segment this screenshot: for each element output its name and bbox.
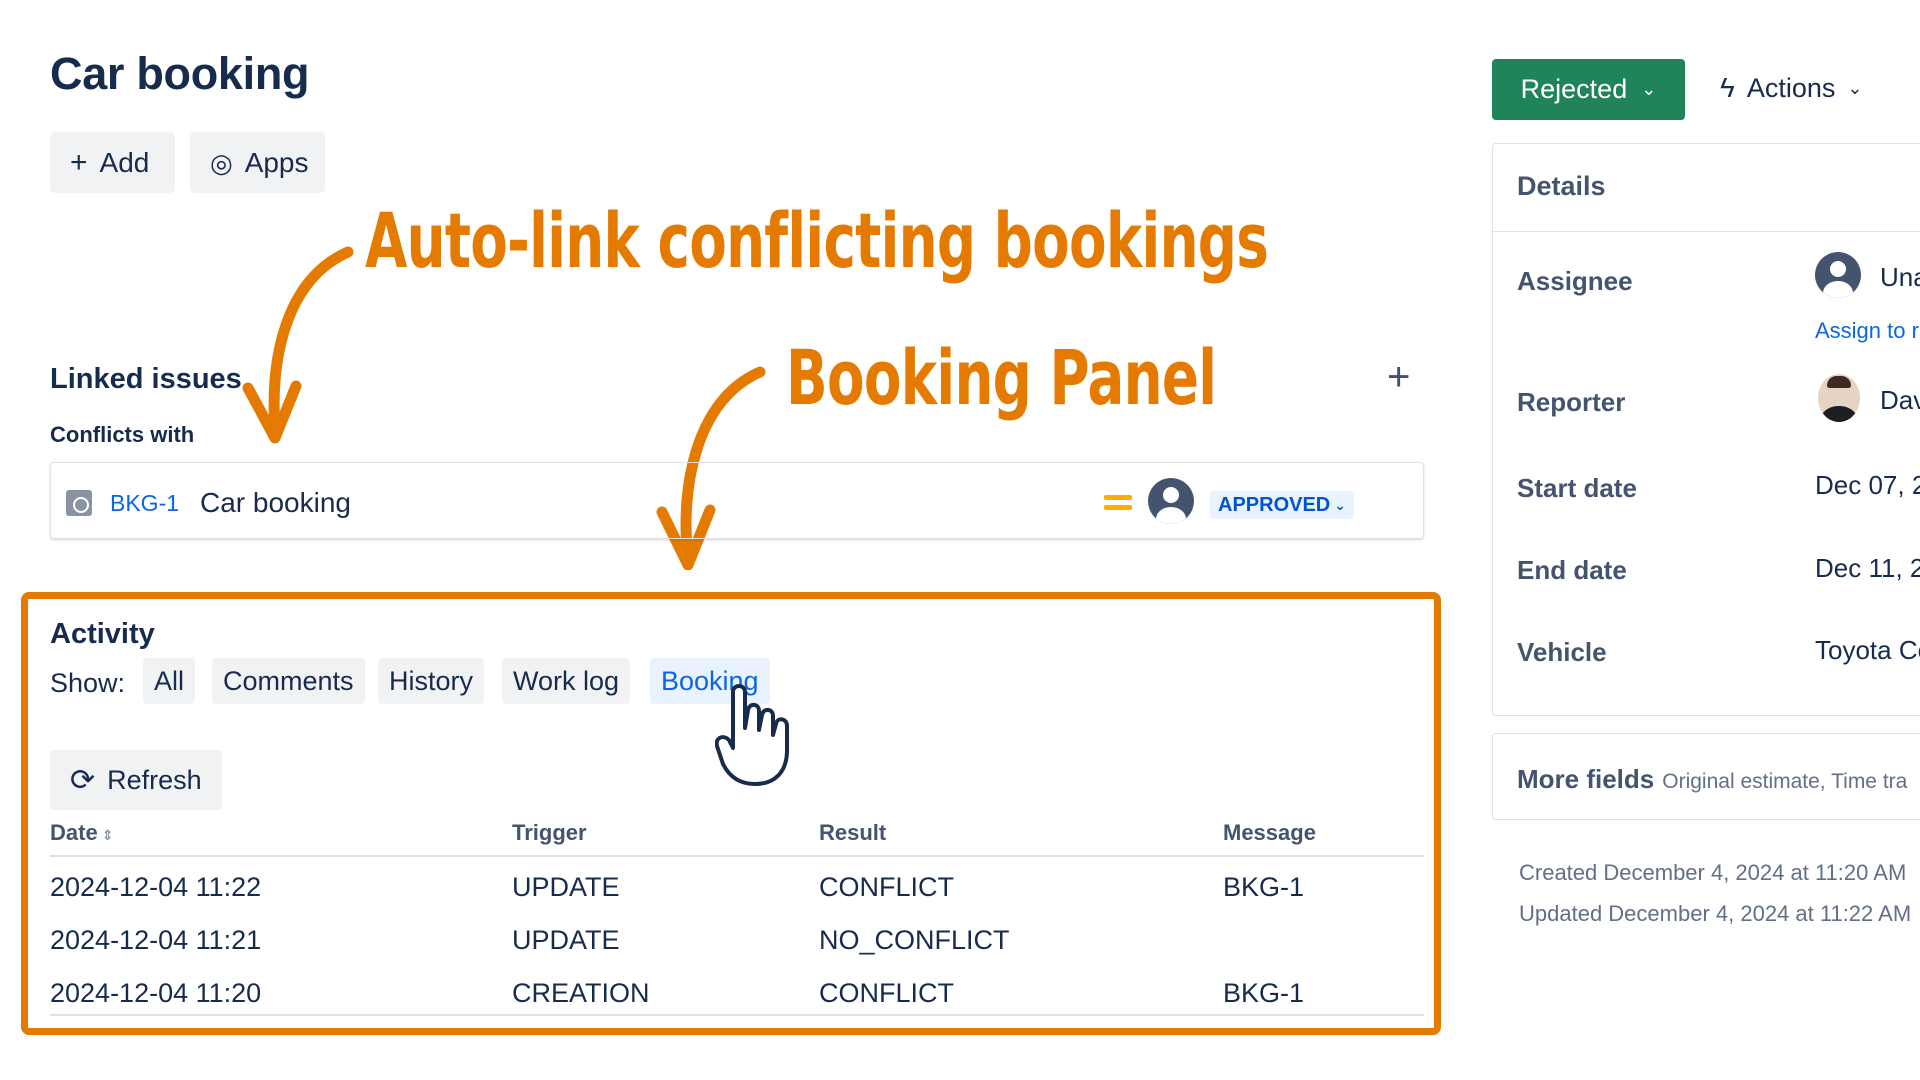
link-relation-label: Conflicts with [50, 422, 195, 447]
table-cell-date: 2024-12-04 11:20 [50, 978, 262, 1008]
table-cell-result: CONFLICT [819, 872, 954, 902]
table-bottom-divider [50, 1014, 1424, 1016]
activity-heading: Activity [50, 618, 155, 650]
tab-comments[interactable]: Comments [212, 658, 365, 704]
status-transition-button[interactable]: Rejected ⌄ [1492, 59, 1685, 120]
linked-issue-summary[interactable]: Car booking [200, 487, 351, 519]
linked-issues-heading: Linked issues [50, 363, 242, 395]
updated-timestamp: Updated December 4, 2024 at 11:22 AM [1519, 901, 1912, 926]
table-cell-trigger: UPDATE [512, 925, 620, 955]
add-button[interactable]: + Add [50, 132, 175, 193]
status-button-label: Rejected [1520, 74, 1628, 104]
more-fields-row[interactable]: More fields Original estimate, Time tra [1517, 764, 1907, 795]
column-header-trigger: Trigger [512, 820, 587, 845]
refresh-icon: ⟳ [70, 763, 96, 797]
more-fields-hint: Original estimate, Time tra [1662, 770, 1908, 793]
apps-icon: ◎ [210, 147, 233, 178]
refresh-label: Refresh [107, 764, 202, 795]
table-cell-date: 2024-12-04 11:21 [50, 925, 262, 955]
table-cell-message: BKG-1 [1223, 872, 1305, 902]
issue-type-icon [66, 490, 92, 516]
plus-icon: + [70, 145, 88, 179]
column-header-result: Result [819, 820, 887, 845]
vehicle-value[interactable]: Toyota Co [1815, 635, 1920, 666]
assign-to-me-link[interactable]: Assign to r [1815, 318, 1919, 344]
reporter-avatar [1818, 374, 1860, 422]
status-lozenge[interactable]: APPROVED ⌄ [1210, 491, 1354, 519]
start-date-label: Start date [1517, 473, 1637, 503]
show-label: Show: [50, 668, 126, 698]
sort-icon: ⇕ [97, 827, 114, 843]
details-panel [1492, 143, 1920, 716]
add-button-label: Add [99, 146, 150, 178]
chevron-down-icon: ⌄ [1334, 496, 1346, 513]
reporter-value[interactable]: Dav [1880, 385, 1920, 416]
annotation-auto-link: Auto-link conflicting bookings [365, 196, 1269, 285]
table-cell-message: BKG-1 [1223, 978, 1305, 1008]
linked-issue-key[interactable]: BKG-1 [110, 490, 179, 517]
assignee-label: Assignee [1517, 266, 1633, 296]
table-cell-trigger: CREATION [512, 978, 650, 1008]
annotation-booking-panel: Booking Panel [786, 333, 1217, 422]
details-divider [1493, 231, 1920, 232]
table-header-divider [50, 855, 1424, 857]
more-fields-label: More fields [1517, 764, 1655, 794]
page-title: Car booking [50, 48, 310, 99]
end-date-value[interactable]: Dec 11, 2 [1815, 553, 1920, 584]
assignee-avatar [1815, 252, 1861, 298]
lightning-icon: ϟ [1720, 72, 1735, 103]
table-cell-trigger: UPDATE [512, 872, 620, 902]
apps-button-label: Apps [244, 146, 309, 178]
status-lozenge-label: APPROVED [1218, 493, 1331, 516]
refresh-button[interactable]: ⟳ Refresh [50, 750, 222, 810]
table-cell-date: 2024-12-04 11:22 [50, 872, 262, 902]
tab-all[interactable]: All [143, 658, 196, 704]
actions-label: Actions [1746, 72, 1836, 103]
column-header-message: Message [1223, 820, 1316, 845]
start-date-value[interactable]: Dec 07, 2 [1815, 470, 1920, 501]
chevron-down-icon: ⌄ [1641, 79, 1657, 99]
hand-cursor-icon [715, 684, 789, 786]
curved-arrow-icon [242, 246, 354, 444]
tab-work-log[interactable]: Work log [502, 658, 631, 704]
assignee-avatar [1148, 478, 1194, 524]
table-cell-result: NO_CONFLICT [819, 925, 1010, 955]
reporter-label: Reporter [1517, 387, 1626, 417]
tab-history[interactable]: History [378, 658, 485, 704]
column-header-date[interactable]: Date ⇕ [50, 820, 113, 846]
end-date-label: End date [1517, 555, 1627, 585]
apps-button[interactable]: ◎ Apps [190, 132, 325, 193]
priority-medium-icon [1104, 493, 1132, 513]
add-link-icon[interactable]: + [1387, 355, 1410, 400]
assignee-value[interactable]: Una [1880, 262, 1920, 293]
chevron-down-icon: ⌄ [1847, 77, 1863, 98]
details-heading[interactable]: Details [1517, 171, 1606, 202]
actions-button[interactable]: ϟ Actions ⌄ [1720, 72, 1862, 104]
created-timestamp: Created December 4, 2024 at 11:20 AM [1519, 860, 1907, 885]
vehicle-label: Vehicle [1517, 637, 1607, 667]
table-cell-result: CONFLICT [819, 978, 954, 1008]
